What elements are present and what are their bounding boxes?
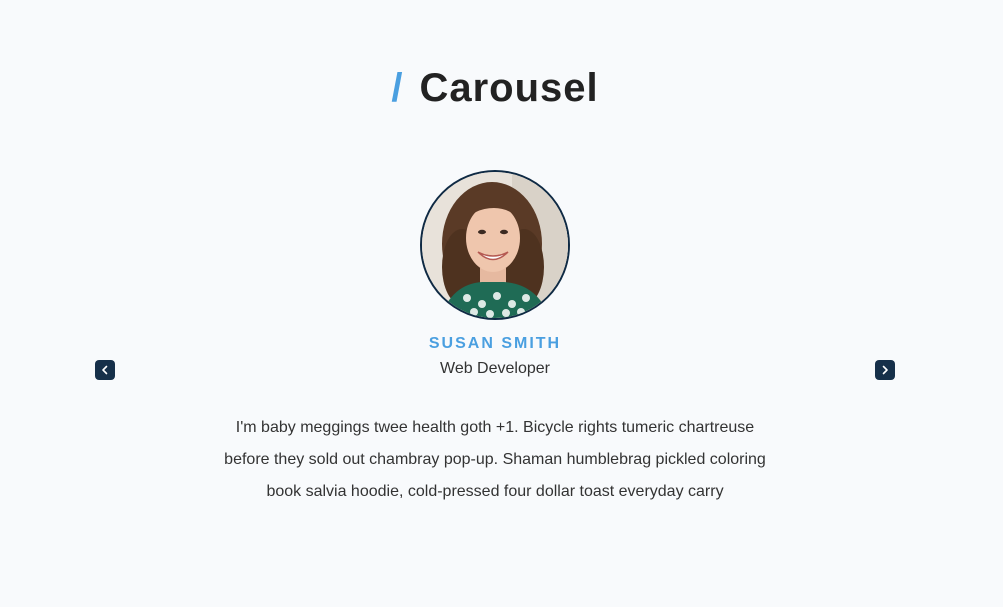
prev-button[interactable] [95, 360, 115, 380]
title-slash: / [391, 66, 404, 110]
chevron-left-icon [102, 365, 108, 375]
avatar-portrait-image [422, 172, 568, 318]
page-title: / Carousel [0, 62, 990, 114]
person-name: SUSAN SMITH [428, 335, 562, 352]
title-text: Carousel [419, 66, 599, 110]
next-button[interactable] [875, 360, 895, 380]
chevron-right-icon [882, 365, 888, 375]
review-text: I'm baby meggings twee health goth +1. B… [224, 419, 766, 500]
person-job: Web Developer [440, 360, 550, 377]
avatar [420, 170, 570, 320]
